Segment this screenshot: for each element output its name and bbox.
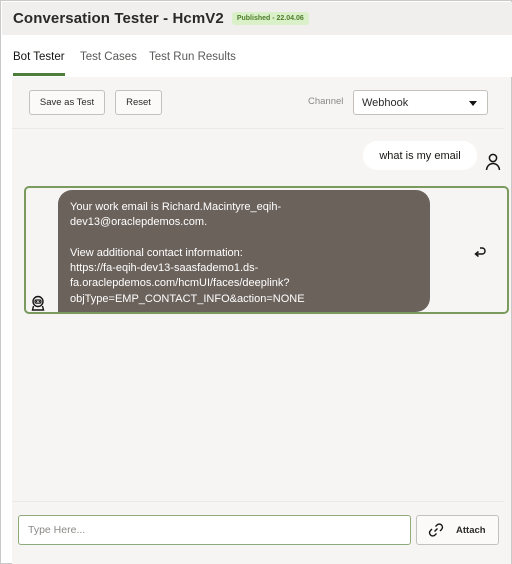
attach-button[interactable]: Attach	[416, 515, 499, 545]
channel-select-value: Webhook	[362, 96, 409, 109]
bot-message-line: View additional contact information:	[70, 246, 243, 259]
bot-message-link[interactable]: fa.oraclepdemos.com/hcmUI/faces/deeplink…	[70, 276, 418, 291]
bot-message-link[interactable]: objType=EMP_CONTACT_INFO&action=NONE	[70, 292, 418, 307]
bot-message-line: Your work email is Richard.Macintyre_eqi…	[70, 201, 282, 213]
tab-bar: Bot Tester Test Cases Test Run Results	[2, 35, 512, 77]
attach-label: Attach	[456, 524, 486, 536]
tab-bot-tester[interactable]: Bot Tester	[13, 51, 65, 63]
chevron-down-icon	[469, 101, 477, 106]
user-message-text: what is my email	[379, 149, 461, 162]
message-input[interactable]	[18, 515, 411, 545]
channel-select[interactable]: Webhook	[353, 90, 488, 115]
message-composer: Attach	[12, 501, 504, 564]
page-title: Conversation Tester - HcmV2	[13, 10, 224, 27]
bot-tester-panel: Save as Test Reset Channel Webhook what …	[12, 77, 511, 564]
bot-message-bubble: Your work email is Richard.Macintyre_eqi…	[58, 190, 430, 312]
active-tab-indicator	[13, 73, 65, 76]
conversation-tester-window: Conversation Tester - HcmV2 Published - …	[0, 0, 512, 564]
bot-message-line: dev13@oraclepdemos.com.	[70, 216, 208, 229]
user-message-bubble: what is my email	[363, 141, 477, 170]
bot-message-link[interactable]: https://fa-eqih-dev13-saasfademo1.ds-	[70, 261, 418, 276]
bot-message-row[interactable]: Your work email is Richard.Macintyre_eqi…	[24, 186, 509, 314]
tab-test-run-results[interactable]: Test Run Results	[149, 51, 236, 63]
link-icon	[428, 523, 444, 537]
tab-test-cases[interactable]: Test Cases	[80, 51, 137, 63]
save-as-test-button[interactable]: Save as Test	[29, 90, 105, 115]
bot-icon	[31, 295, 45, 311]
toolbar: Save as Test Reset Channel Webhook	[12, 77, 504, 129]
reply-icon[interactable]	[471, 243, 487, 259]
channel-label: Channel	[308, 96, 344, 107]
title-bar: Conversation Tester - HcmV2 Published - …	[2, 2, 512, 35]
reset-button[interactable]: Reset	[115, 90, 162, 115]
user-icon	[485, 153, 501, 171]
status-badge: Published - 22.04.06	[231, 12, 309, 25]
